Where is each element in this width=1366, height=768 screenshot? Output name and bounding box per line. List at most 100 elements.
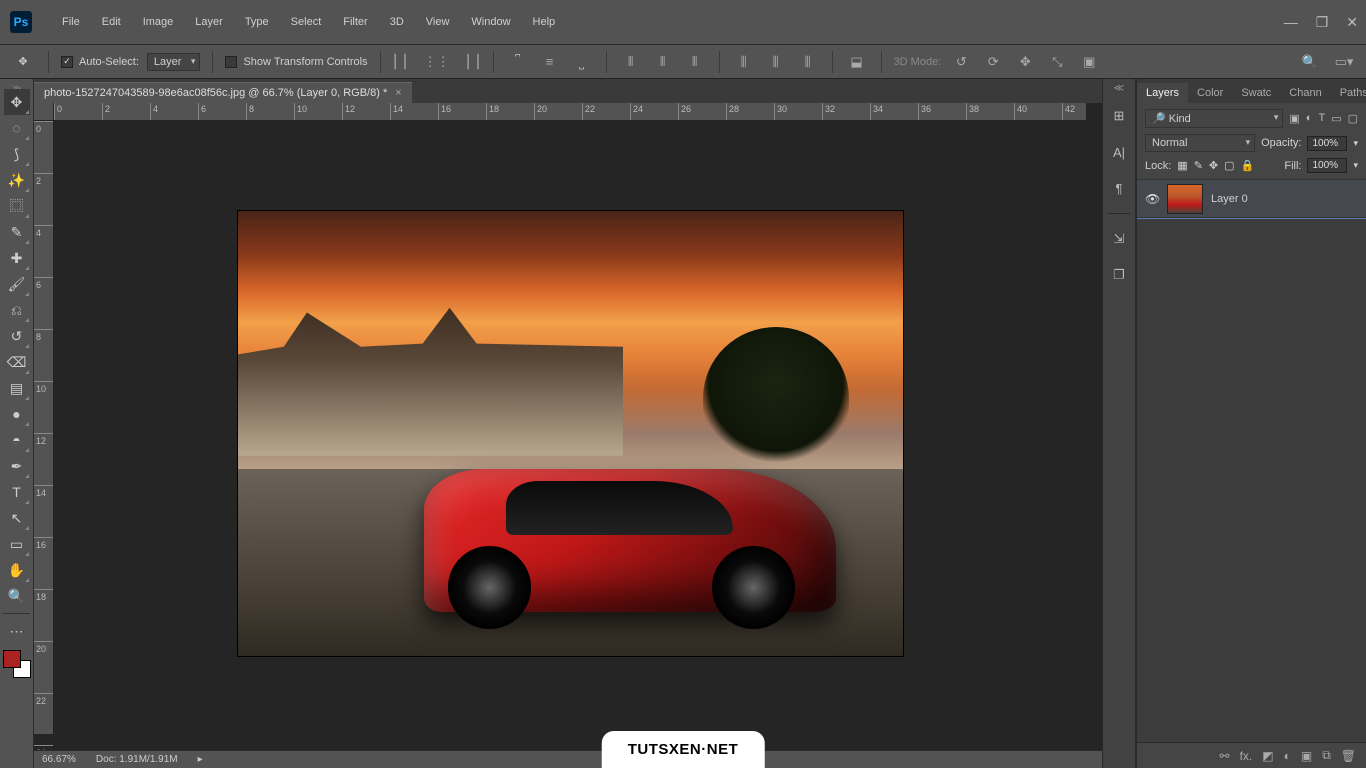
maximize-button[interactable]: ❐ [1316,14,1329,31]
link-layers-icon[interactable]: ⚯ [1220,749,1230,763]
new-layer-icon[interactable]: ⧉ [1322,748,1331,763]
fill-input[interactable]: 100% [1307,158,1347,173]
crop-tool[interactable]: ⿴ [4,193,30,219]
menu-file[interactable]: File [52,12,90,32]
expand-panels-icon[interactable]: ≪ [1114,83,1124,94]
chevron-down-icon[interactable]: ▾ [1353,160,1358,171]
search-icon[interactable]: 🔍 [1298,50,1322,74]
tab-channels[interactable]: Chann [1280,83,1330,103]
horizontal-ruler[interactable]: 024681012141618202224262830323436384042 [54,103,1086,121]
3d-slide-icon[interactable]: ⤡ [1045,50,1069,74]
chevron-down-icon[interactable]: ▾ [1353,138,1358,149]
zoom-tool[interactable]: 🔍 [4,583,30,609]
workspace-switcher-icon[interactable]: ▭▾ [1332,50,1356,74]
doc-size-info[interactable]: Doc: 1.91M/1.91M [96,754,178,765]
quick-select-tool[interactable]: ✨ [4,167,30,193]
3d-camera-icon[interactable]: ▣ [1077,50,1101,74]
properties-panel-icon[interactable]: ⇲ [1108,228,1130,250]
align-horizontal-centers-icon[interactable]: ⋮⋮ [425,50,449,74]
foreground-color[interactable] [3,650,21,668]
character-panel-icon[interactable]: A| [1108,141,1130,163]
tab-swatches[interactable]: Swatc [1232,83,1280,103]
dodge-tool[interactable]: ◓ [4,427,30,453]
document-tab[interactable]: photo-1527247043589-98e6ac08f56c.jpg @ 6… [34,82,412,103]
distribute-right-icon[interactable]: ⫼ [796,50,820,74]
3d-roll-icon[interactable]: ⟳ [981,50,1005,74]
tab-paths[interactable]: Paths [1331,83,1366,103]
filter-kind-dropdown[interactable]: 🔎 Kind [1145,109,1283,128]
align-right-edges-icon[interactable]: ▕▕ [457,50,481,74]
vertical-ruler[interactable]: 024681012141618202224 [34,121,54,734]
new-group-icon[interactable]: ▣ [1301,749,1312,763]
distribute-vcenter-icon[interactable]: ⫴ [651,50,675,74]
auto-select-checkbox[interactable]: ✓ [61,56,73,68]
3d-pan-icon[interactable]: ✥ [1013,50,1037,74]
status-menu-arrow-icon[interactable]: ▸ [198,754,203,765]
show-transform-option[interactable]: Show Transform Controls [225,56,367,68]
pen-tool[interactable]: ✒ [4,453,30,479]
type-tool[interactable]: T [4,479,30,505]
auto-select-target-dropdown[interactable]: Layer [147,53,201,71]
align-bottom-edges-icon[interactable]: ⎵ [570,50,594,74]
auto-select-option[interactable]: ✓ Auto-Select: [61,56,139,68]
tab-color[interactable]: Color [1188,83,1232,103]
show-transform-checkbox[interactable] [225,56,237,68]
lock-pixels-icon[interactable]: ✎ [1194,159,1203,172]
layer-thumbnail[interactable] [1167,184,1203,214]
tab-layers[interactable]: Layers [1137,83,1188,103]
lock-position-icon[interactable]: ✥ [1209,159,1218,172]
gradient-tool[interactable]: ▤ [4,375,30,401]
distribute-top-icon[interactable]: ⫴ [619,50,643,74]
distribute-hcenter-icon[interactable]: ⫼ [764,50,788,74]
filter-pixel-icon[interactable]: ▣ [1289,112,1299,125]
eraser-tool[interactable]: ⌫ [4,349,30,375]
menu-layer[interactable]: Layer [185,12,233,32]
history-panel-icon[interactable]: ⊞ [1108,105,1130,127]
add-mask-icon[interactable]: ◩ [1262,749,1273,763]
libraries-panel-icon[interactable]: ❐ [1108,264,1130,286]
filter-shape-icon[interactable]: ▭ [1331,112,1341,125]
lock-transparency-icon[interactable]: ▦ [1177,159,1187,172]
menu-image[interactable]: Image [133,12,184,32]
new-adjustment-icon[interactable]: ◐ [1284,749,1291,763]
align-left-edges-icon[interactable]: ▏▏ [393,50,417,74]
minimize-button[interactable]: — [1284,14,1298,31]
close-button[interactable]: ✕ [1346,14,1358,31]
marquee-tool[interactable]: ◌ [4,115,30,141]
menu-edit[interactable]: Edit [92,12,131,32]
edit-toolbar[interactable]: ⋯ [4,618,30,644]
distribute-left-icon[interactable]: ⫼ [732,50,756,74]
hand-tool[interactable]: ✋ [4,557,30,583]
shape-tool[interactable]: ▭ [4,531,30,557]
align-vertical-centers-icon[interactable]: ≡ [538,50,562,74]
menu-window[interactable]: Window [461,12,520,32]
layer-row[interactable]: 👁 Layer 0 [1137,180,1366,218]
move-tool[interactable]: ✥ [4,89,30,115]
align-top-edges-icon[interactable]: ⎴ [506,50,530,74]
3d-orbit-icon[interactable]: ↺ [949,50,973,74]
eyedropper-tool[interactable]: ✎ [4,219,30,245]
layer-style-icon[interactable]: fx. [1240,749,1253,763]
menu-filter[interactable]: Filter [333,12,377,32]
active-tool-indicator[interactable]: ✥ [10,49,36,75]
menu-select[interactable]: Select [281,12,332,32]
history-brush-tool[interactable]: ↺ [4,323,30,349]
paragraph-panel-icon[interactable]: ¶ [1108,177,1130,199]
lock-all-icon[interactable]: 🔒 [1241,159,1255,172]
color-swatches[interactable] [3,650,31,678]
filter-type-layer-icon[interactable]: T [1318,112,1325,125]
healing-tool[interactable]: ✚ [4,245,30,271]
opacity-input[interactable]: 100% [1307,136,1347,151]
blur-tool[interactable]: ● [4,401,30,427]
ruler-corner[interactable] [34,103,54,121]
document-image[interactable] [238,211,903,656]
visibility-toggle-icon[interactable]: 👁 [1145,192,1159,206]
lasso-tool[interactable]: ⟆ [4,141,30,167]
filter-adjustment-icon[interactable]: ◐ [1306,112,1313,125]
zoom-level[interactable]: 66.67% [42,754,76,765]
blend-mode-dropdown[interactable]: Normal [1145,134,1255,152]
menu-help[interactable]: Help [523,12,566,32]
clone-stamp-tool[interactable]: ⎌ [4,297,30,323]
layer-name[interactable]: Layer 0 [1211,193,1248,205]
close-tab-icon[interactable]: × [395,87,401,99]
